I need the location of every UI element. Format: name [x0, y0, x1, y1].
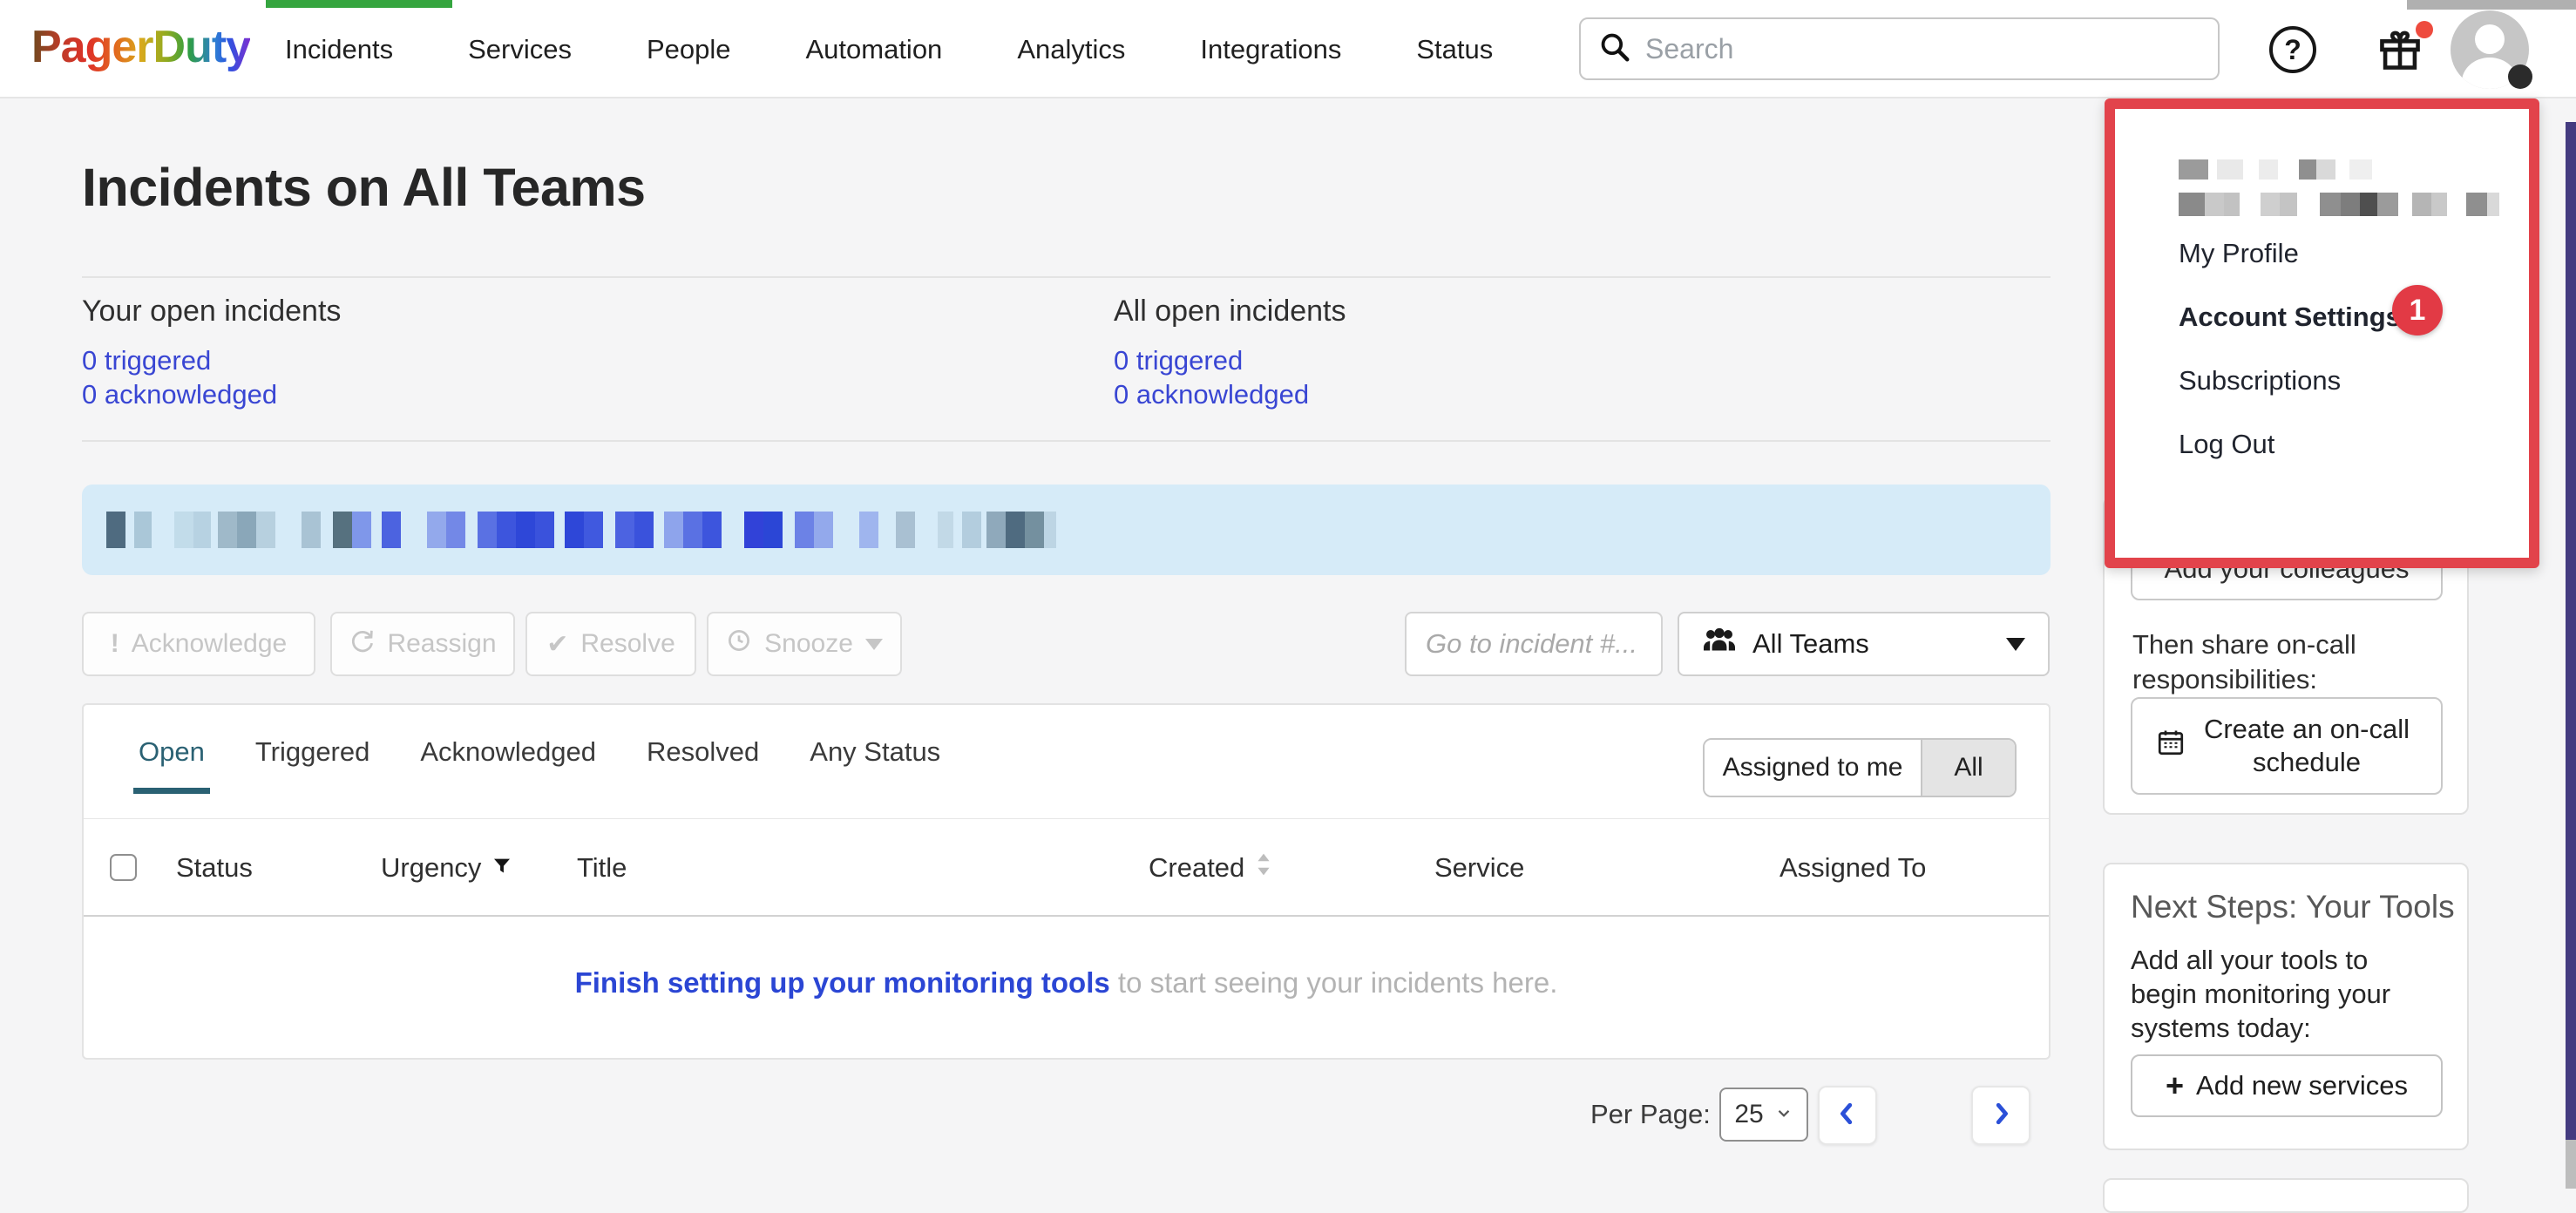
all-triggered-link[interactable]: 0 triggered: [1114, 345, 1243, 376]
your-acknowledged-link[interactable]: 0 acknowledged: [82, 379, 277, 410]
all-open-incidents-heading: All open incidents: [1114, 295, 1346, 329]
menu-item-account-settings[interactable]: Account Settings: [2179, 302, 2401, 333]
column-created: Created: [1149, 819, 1272, 917]
next-steps-tools-card: Next Steps: Your Tools Add all your tool…: [2103, 863, 2469, 1150]
share-oncall-text: Then share on-call responsibilities:: [2132, 627, 2433, 697]
assignment-toggle: Assigned to me All: [1703, 738, 2017, 797]
chevron-left-icon: [1835, 1101, 1860, 1130]
chevron-down-icon: [2006, 638, 2025, 651]
nav-item-services[interactable]: Services: [468, 34, 572, 65]
acknowledge-button[interactable]: ! Acknowledge: [82, 612, 315, 676]
page-title: Incidents on All Teams: [82, 157, 646, 218]
column-urgency: Urgency: [381, 819, 512, 917]
people-group-icon: [1702, 627, 1737, 662]
reassign-button[interactable]: Reassign: [330, 612, 515, 676]
menu-item-subscriptions[interactable]: Subscriptions: [2179, 365, 2341, 396]
table-header: Status Urgency Title Created Service Ass…: [84, 819, 2049, 917]
user-dropdown-menu-annotated: My Profile Account Settings 1 Subscripti…: [2105, 98, 2539, 568]
help-icon[interactable]: ?: [2269, 26, 2316, 73]
nav-item-incidents[interactable]: Incidents: [285, 34, 393, 65]
per-page-label: Per Page:: [1590, 1088, 1711, 1142]
partial-card: [2103, 1178, 2469, 1213]
filter-funnel-icon[interactable]: [491, 852, 512, 884]
tab-resolved[interactable]: Resolved: [647, 736, 759, 794]
chevron-down-icon: [1774, 1100, 1793, 1129]
plus-icon: +: [2166, 1067, 2184, 1104]
search-icon: [1598, 30, 1631, 68]
column-status: Status: [176, 819, 253, 917]
check-icon: ✔: [546, 629, 568, 660]
avatar-status-dot: [2508, 64, 2532, 89]
resolve-button[interactable]: ✔ Resolve: [525, 612, 696, 676]
annotation-step-badge: 1: [2392, 285, 2443, 335]
scrollbar-track-end: [2566, 1140, 2576, 1189]
finish-setup-link[interactable]: Finish setting up your monitoring tools: [575, 966, 1110, 999]
create-oncall-schedule-button[interactable]: Create an on-call schedule: [2131, 697, 2443, 795]
per-page-select[interactable]: 25: [1719, 1088, 1808, 1142]
tab-acknowledged[interactable]: Acknowledged: [420, 736, 596, 794]
column-service: Service: [1434, 819, 1524, 917]
your-triggered-link[interactable]: 0 triggered: [82, 345, 211, 376]
info-banner: [82, 485, 2051, 575]
calendar-icon: [2155, 727, 2195, 766]
global-search[interactable]: [1579, 17, 2220, 80]
chevron-down-icon: [865, 639, 883, 650]
assigned-to-me-toggle[interactable]: Assigned to me: [1705, 740, 1922, 796]
search-input[interactable]: [1645, 33, 2168, 65]
previous-page-button[interactable]: [1818, 1086, 1877, 1145]
exclamation-icon: !: [111, 629, 119, 659]
tools-card-body: Add all your tools to begin monitoring y…: [2131, 943, 2437, 1045]
redacted-user-email: [2179, 193, 2499, 216]
all-acknowledged-link[interactable]: 0 acknowledged: [1114, 379, 1309, 410]
tab-triggered[interactable]: Triggered: [255, 736, 370, 794]
tab-any-status[interactable]: Any Status: [810, 736, 940, 794]
nav-item-people[interactable]: People: [647, 34, 731, 65]
column-title: Title: [577, 819, 627, 917]
sort-icon[interactable]: [1255, 852, 1272, 884]
tools-card-title: Next Steps: Your Tools: [2131, 889, 2455, 925]
vertical-scrollbar[interactable]: [2566, 122, 2576, 1140]
your-open-incidents-heading: Your open incidents: [82, 295, 341, 329]
nav-item-analytics[interactable]: Analytics: [1017, 34, 1125, 65]
browser-scrollbar-fragment: [2407, 0, 2576, 10]
top-nav: PagerDuty Incidents Services People Auto…: [0, 0, 2576, 98]
select-all-checkbox[interactable]: [110, 854, 137, 881]
next-page-button[interactable]: [1971, 1086, 2030, 1145]
incidents-card: Open Triggered Acknowledged Resolved Any…: [82, 703, 2051, 1060]
clock-icon: [726, 627, 752, 661]
redacted-user-name: [2179, 159, 2372, 180]
all-toggle[interactable]: All: [1922, 740, 2015, 796]
snooze-button[interactable]: Snooze: [707, 612, 902, 676]
chevron-right-icon: [1989, 1101, 2013, 1130]
redacted-banner-text: [106, 512, 1056, 548]
menu-item-my-profile[interactable]: My Profile: [2179, 238, 2299, 269]
goto-incident-input[interactable]: [1405, 612, 1663, 676]
nav-item-integrations[interactable]: Integrations: [1200, 34, 1341, 65]
reassign-icon: [349, 627, 375, 661]
divider: [82, 440, 2051, 442]
nav-items: Incidents Services People Automation Ana…: [285, 0, 1493, 98]
divider: [82, 276, 2051, 278]
column-assigned-to: Assigned To: [1779, 819, 1926, 917]
pagerduty-logo[interactable]: PagerDuty: [31, 21, 250, 73]
teams-filter-dropdown[interactable]: All Teams: [1678, 612, 2050, 676]
avatar-person-icon: [2475, 24, 2505, 54]
nav-item-status[interactable]: Status: [1416, 34, 1493, 65]
empty-state: Finish setting up your monitoring tools …: [84, 966, 2049, 1000]
nav-item-automation[interactable]: Automation: [805, 34, 942, 65]
menu-item-log-out[interactable]: Log Out: [2179, 429, 2274, 460]
add-new-services-button[interactable]: + Add new services: [2131, 1054, 2443, 1117]
gift-notification-dot: [2416, 21, 2433, 38]
tab-open[interactable]: Open: [139, 736, 205, 794]
status-tabs: Open Triggered Acknowledged Resolved Any…: [139, 736, 940, 794]
